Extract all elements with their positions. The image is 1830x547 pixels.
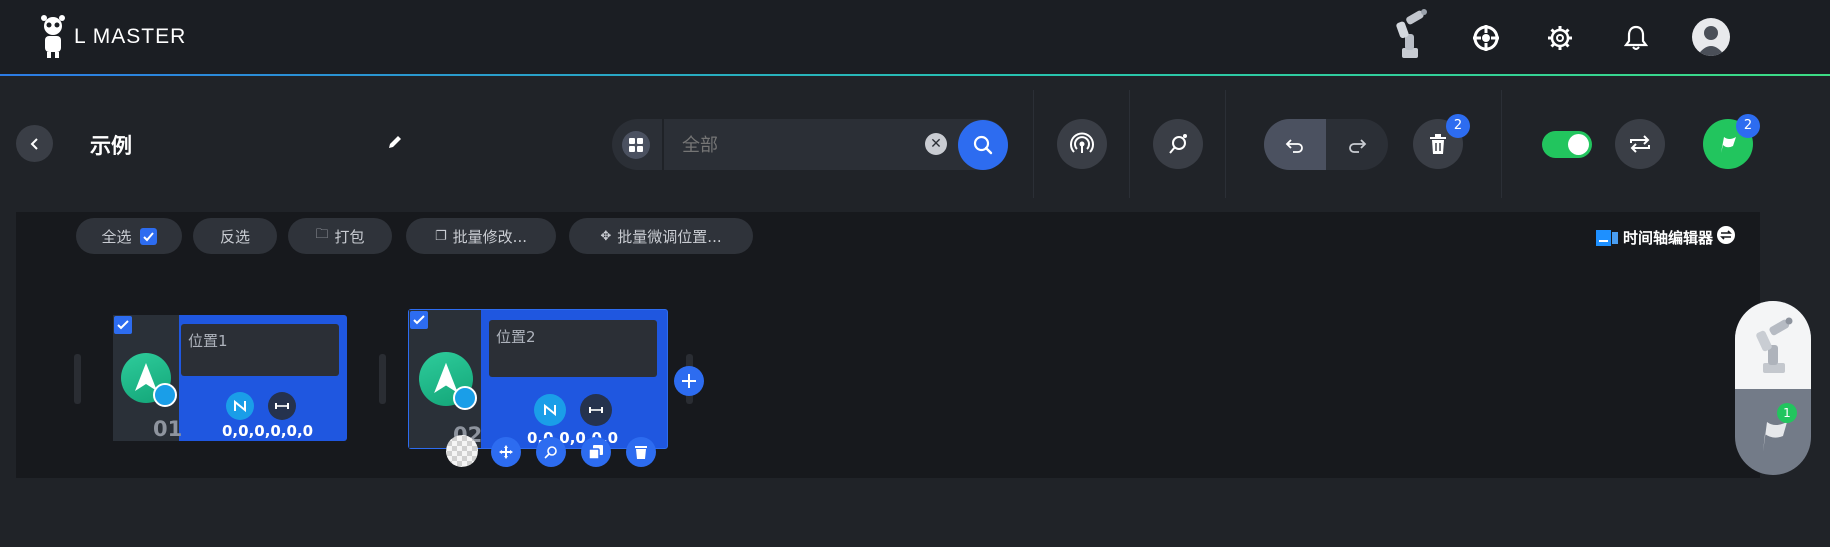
edit-title-icon[interactable] [386,133,404,155]
redo-icon [1349,138,1367,153]
logo: L MASTER [38,14,186,60]
card-name[interactable]: 位置1 [181,324,339,376]
card-checkbox[interactable] [410,311,428,329]
loop-button[interactable] [1615,119,1665,169]
search-bar: ✕ [612,119,1008,170]
select-all-label: 全选 [101,227,132,246]
add-position-button[interactable] [674,366,704,396]
swap-icon[interactable] [1717,226,1735,248]
flag-count-badge: 1 [1777,403,1797,423]
pack-label: 打包 [334,227,365,246]
span-button[interactable] [580,394,612,426]
batch-edit-button[interactable]: ❐ 批量修改... [406,218,556,254]
gear-icon[interactable] [1540,18,1580,58]
right-dock: 1 [1735,301,1811,475]
select-all-checkbox[interactable] [139,227,157,245]
undo-button[interactable] [1264,119,1326,170]
move-icon [499,445,513,459]
copy-icon [588,445,603,460]
grid-icon [629,138,643,152]
copy-icon: ❐ [435,228,447,244]
path-icon [1169,134,1187,154]
target-icon[interactable] [1466,18,1506,58]
trash-icon [1430,134,1446,154]
path-edit-button[interactable] [536,437,566,467]
toolbar-divider [1225,90,1226,198]
chevron-left-icon [30,137,38,150]
toolbar-divider [1033,90,1034,198]
position-card[interactable]: 01 位置1 0,0,0,0,0,0 [113,315,347,441]
timeline-editor-label: 时间轴编辑器 [1623,229,1714,247]
category-grid-button[interactable] [622,131,650,159]
avatar[interactable] [1692,18,1730,56]
search-icon [973,135,993,155]
folder-icon: 🗀 [315,227,329,242]
transparency-button[interactable] [446,435,478,467]
top-bar: L MASTER [0,0,1830,74]
timeline-icon [1596,229,1618,246]
select-all-button[interactable]: 全选 [76,218,182,254]
redo-button[interactable] [1326,119,1388,170]
app-name: L MASTER [74,25,187,48]
duplicate-button[interactable] [581,437,611,467]
card-checkbox[interactable] [114,316,132,334]
search-input[interactable] [680,132,924,158]
position-card-selected[interactable]: 02 位置2 0,0,0,0,0,0 [408,309,668,449]
mode-toggle[interactable] [1542,131,1592,158]
card-name[interactable]: 位置2 [489,320,657,377]
linear-motion-icon [153,383,177,407]
linear-motion-icon [453,386,477,410]
delete-count-badge: 2 [1446,114,1470,138]
header-divider [0,74,1830,76]
card-index: 01 [153,417,183,441]
trash-icon [635,446,647,459]
path-button[interactable] [1153,119,1203,169]
clear-search-button[interactable]: ✕ [925,133,947,155]
back-button[interactable] [16,125,53,162]
signal-button[interactable] [1057,119,1107,169]
robot-arm-icon [1756,317,1793,373]
pack-button[interactable]: 🗀 打包 [288,218,392,254]
robot-arm-icon[interactable] [1390,9,1430,58]
search-button[interactable] [958,120,1008,170]
repeat-icon [1630,135,1650,153]
undo-icon [1285,138,1303,153]
bell-icon[interactable] [1616,18,1656,58]
toggle-knob [1568,134,1589,155]
search-separator [662,119,664,170]
robot-panel-button[interactable] [1735,301,1811,389]
robot-mascot-icon [41,15,65,58]
drag-handle[interactable] [379,354,386,404]
path-icon [544,446,557,459]
batch-edit-label: 批量修改... [452,227,527,246]
toolbar-divider [1501,90,1502,198]
batch-fine-tune-button[interactable]: ✥ 批量微调位置... [569,218,753,254]
span-button[interactable] [268,392,296,420]
drag-handle[interactable] [74,354,81,404]
undo-redo-group [1264,119,1388,170]
invert-selection-button[interactable]: 反选 [193,218,277,254]
move-position-button[interactable] [491,437,521,467]
delete-card-button[interactable] [626,437,656,467]
invert-label: 反选 [219,227,250,246]
flag-icon [1721,137,1736,153]
batch-fine-tune-label: 批量微调位置... [617,227,722,246]
move-icon: ✥ [600,228,612,244]
timeline-editor-button[interactable]: 时间轴编辑器 [1596,227,1713,248]
page-title: 示例 [90,134,132,158]
toolbar-divider [1129,90,1130,198]
motion-type-button[interactable] [226,392,254,420]
motion-type-button[interactable] [534,394,566,426]
card-coordinates: 0,0,0,0,0,0 [222,422,314,440]
run-count-badge: 2 [1736,114,1760,138]
signal-icon [1070,132,1094,153]
plus-icon [682,374,696,388]
